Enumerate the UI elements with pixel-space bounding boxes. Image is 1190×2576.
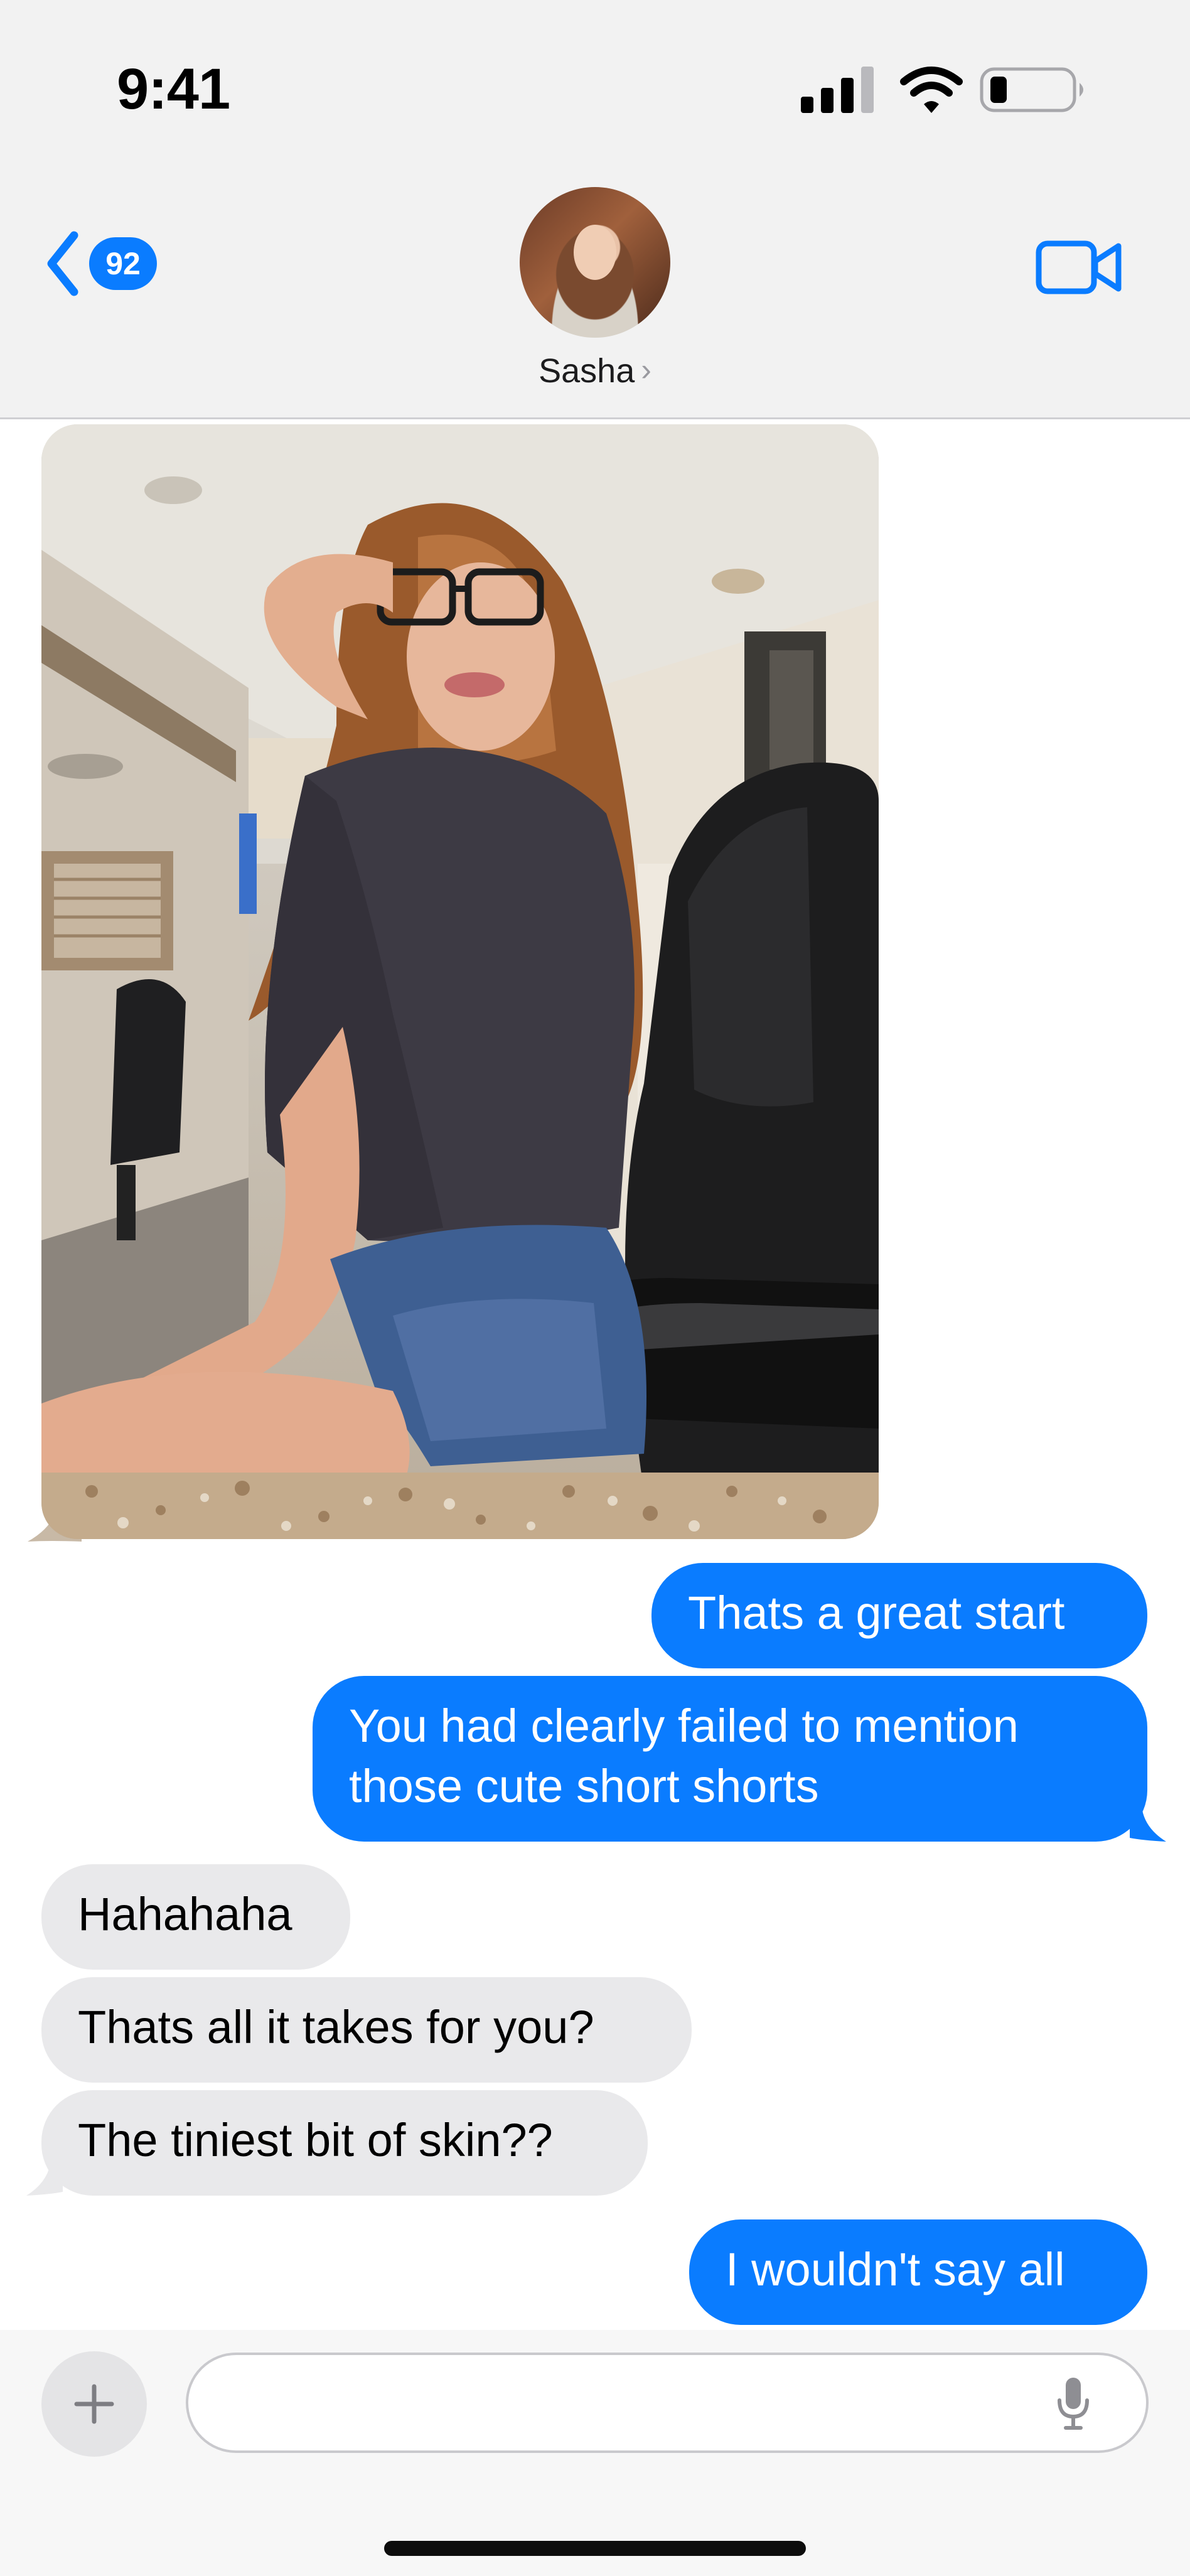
message-input[interactable] (186, 2353, 1149, 2453)
conversation-header: 92 Sasha › (0, 163, 1190, 419)
home-indicator (384, 2541, 806, 2556)
contact-name-button[interactable]: Sasha › (0, 352, 1190, 390)
battery-icon (980, 67, 1083, 112)
message-text: Thats a great start (688, 1587, 1065, 1639)
photo-illustration (41, 424, 879, 1539)
chevron-right-icon: › (641, 352, 651, 387)
sent-message[interactable]: You had clearly failed to mention those … (313, 1676, 1147, 1842)
received-message[interactable]: Hahahaha (41, 1864, 350, 1970)
unread-count-badge: 92 (89, 237, 157, 290)
message-text-line: those cute short shorts (349, 1760, 819, 1812)
contact-avatar[interactable] (520, 187, 670, 338)
photo-image[interactable] (41, 424, 879, 1539)
status-icons (801, 67, 1083, 113)
sent-message[interactable]: Thats a great start (651, 1563, 1147, 1668)
message-text: Hahahaha (78, 1888, 292, 1940)
status-time: 9:41 (117, 57, 230, 121)
status-bar: 9:41 (0, 0, 1190, 163)
received-photo-message[interactable] (25, 424, 879, 1542)
message-text: The tiniest bit of skin?? (78, 2114, 553, 2166)
signal-icon (801, 67, 874, 113)
video-camera-icon[interactable] (1036, 237, 1123, 298)
received-message[interactable]: Thats all it takes for you? (41, 1977, 692, 2083)
contact-name: Sasha (539, 352, 635, 390)
bubble-tail (26, 2164, 63, 2196)
message-text-line: You had clearly failed to mention (349, 1700, 1019, 1752)
message-text: I wouldn't say all (726, 2243, 1065, 2295)
wifi-icon (900, 67, 963, 113)
bubble-tail (1130, 1810, 1166, 1842)
plus-icon (74, 2384, 114, 2424)
back-button[interactable]: 92 (44, 226, 157, 301)
message-text: Thats all it takes for you? (78, 2001, 594, 2053)
compose-bar (0, 2330, 1190, 2576)
microphone-icon[interactable] (1054, 2375, 1092, 2432)
sent-message[interactable]: I wouldn't say all (689, 2219, 1147, 2325)
back-chevron-icon (47, 231, 78, 296)
received-message[interactable]: The tiniest bit of skin?? (41, 2090, 648, 2196)
plus-button[interactable] (41, 2351, 147, 2457)
